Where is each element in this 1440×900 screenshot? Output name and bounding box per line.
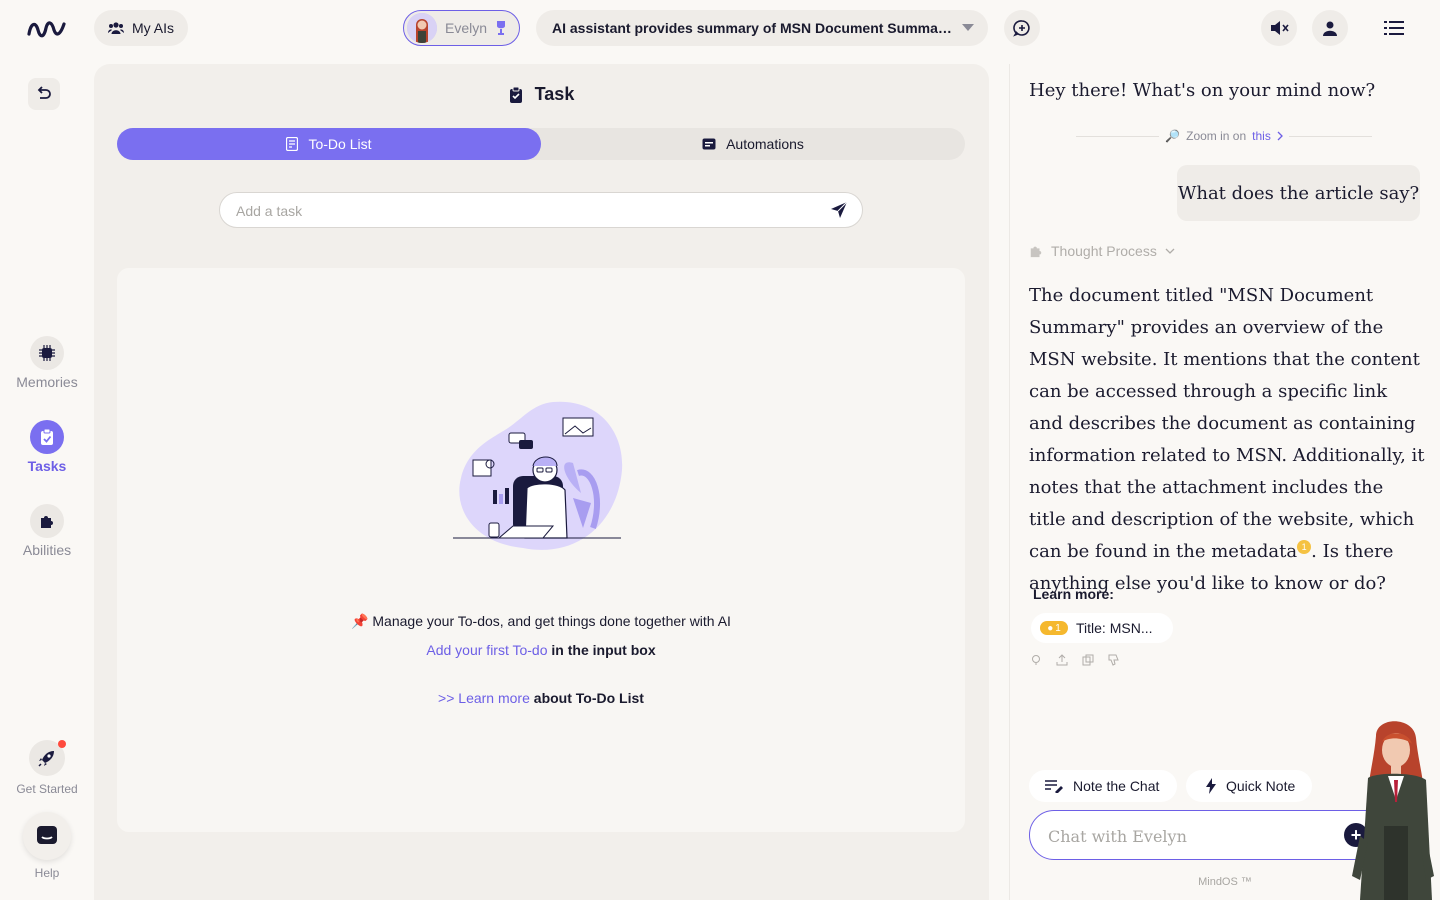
assistant-greeting: Hey there! What's on your mind now? <box>1029 80 1376 101</box>
empty-state-hint: Add your first To-do in the input box <box>426 642 656 658</box>
add-task-input[interactable] <box>236 201 796 221</box>
agent-selector[interactable]: Evelyn <box>403 10 520 46</box>
chat-support-icon <box>37 826 57 844</box>
thought-process-toggle[interactable]: Thought Process <box>1029 243 1175 259</box>
message-actions <box>1030 654 1120 666</box>
lightning-icon <box>1206 778 1216 794</box>
back-button[interactable] <box>28 78 60 110</box>
learn-more-link[interactable]: >> Learn more <box>438 690 530 706</box>
sidebar-item-label: Tasks <box>27 458 67 474</box>
puzzle-icon <box>1030 246 1042 258</box>
sidebar-item-memories[interactable]: Memories <box>0 336 94 390</box>
add-task-field <box>219 192 863 228</box>
profile-button[interactable] <box>1312 10 1348 46</box>
todo-empty-state: 📌 Manage your To-dos, and get things don… <box>117 268 965 832</box>
chat-panel: Hey there! What's on your mind now? 🔎 Zo… <box>1010 56 1440 900</box>
help-label: Help <box>34 866 60 880</box>
people-icon <box>108 22 124 34</box>
copy-icon[interactable] <box>1082 654 1094 666</box>
task-panel: Task To-Do List Automations Add a task 📌… <box>94 64 989 900</box>
comment-icon: ● <box>1047 622 1054 634</box>
source-count-badge: ● 1 <box>1040 621 1068 635</box>
citation-badge[interactable]: 1 <box>1297 540 1312 554</box>
sidebar-item-label: Memories <box>16 374 78 390</box>
send-icon[interactable] <box>830 201 848 219</box>
quick-note-button[interactable]: Quick Note <box>1186 770 1312 802</box>
zoom-in-divider: 🔎 Zoom in on this <box>1076 128 1373 144</box>
empty-state-illustration <box>453 401 623 550</box>
automation-icon <box>702 138 716 150</box>
undo-icon <box>37 86 51 99</box>
checklist-icon <box>286 137 299 151</box>
tab-automations[interactable]: Automations <box>541 128 965 160</box>
chip-icon <box>39 345 55 361</box>
page-title: Task <box>94 84 989 105</box>
chat-input[interactable] <box>1048 825 1338 847</box>
get-started-button[interactable]: Get Started <box>0 740 94 796</box>
agent-name: Evelyn <box>445 20 488 36</box>
puzzle-icon <box>41 516 53 528</box>
sidebar-item-abilities[interactable]: Abilities <box>0 504 94 558</box>
rocket-icon <box>38 751 54 767</box>
assistant-answer: The document titled "MSN Document Summar… <box>1029 285 1425 594</box>
sidebar-item-tasks[interactable]: Tasks <box>0 420 94 474</box>
add-first-todo-link[interactable]: Add your first To-do <box>426 642 547 658</box>
my-ais-button[interactable]: My AIs <box>94 10 188 46</box>
menu-button[interactable] <box>1384 20 1404 41</box>
chevron-down-icon <box>1165 248 1175 254</box>
get-started-label: Get Started <box>16 782 78 796</box>
source-chip[interactable]: ● 1 Title: MSN... <box>1031 613 1173 643</box>
tab-todo-list[interactable]: To-Do List <box>117 128 541 160</box>
thumbs-down-icon[interactable] <box>1108 654 1120 666</box>
chevron-right-icon <box>1277 131 1283 141</box>
new-chat-button[interactable] <box>1004 10 1040 46</box>
source-title: Title: MSN... <box>1076 620 1153 636</box>
conversation-selector[interactable]: AI assistant provides summary of MSN Doc… <box>536 10 988 46</box>
clipboard-icon <box>509 86 522 103</box>
agent-avatar-figure[interactable] <box>1346 716 1440 900</box>
left-sidebar: Memories Tasks Abilities Get Started Hel… <box>0 56 94 900</box>
list-menu-icon <box>1384 21 1404 35</box>
note-edit-icon <box>1045 780 1063 793</box>
magnifier-icon: 🔎 <box>1165 129 1181 143</box>
agent-avatar <box>407 13 437 43</box>
pin-icon: 📌 <box>351 613 369 629</box>
lightbulb-icon[interactable] <box>1030 654 1042 666</box>
my-ais-label: My AIs <box>132 20 175 36</box>
note-the-chat-button[interactable]: Note the Chat <box>1029 770 1177 802</box>
trophy-icon <box>497 21 506 35</box>
zoom-this-link[interactable]: this <box>1252 129 1271 143</box>
mute-button[interactable] <box>1261 10 1297 46</box>
user-message: What does the article say? <box>1177 165 1420 221</box>
sidebar-item-label: Abilities <box>22 542 72 558</box>
top-bar: My AIs Evelyn AI assistant provides summ… <box>0 0 1440 56</box>
task-tabs: To-Do List Automations <box>117 128 965 160</box>
learn-more-heading: Learn more: <box>1033 586 1114 602</box>
conversation-title: AI assistant provides summary of MSN Doc… <box>552 20 952 36</box>
user-icon <box>1323 21 1337 36</box>
speaker-mute-icon <box>1271 21 1289 35</box>
clipboard-icon <box>41 428 53 445</box>
learn-more-line: >> Learn more about To-Do List <box>438 690 644 706</box>
mindos-logo[interactable] <box>26 16 68 40</box>
help-button[interactable]: Help <box>0 812 94 880</box>
notification-dot <box>58 740 66 748</box>
chevron-down-icon <box>962 24 974 31</box>
empty-state-title: 📌 Manage your To-dos, and get things don… <box>351 613 731 629</box>
chat-plus-icon <box>1013 20 1030 37</box>
share-icon[interactable] <box>1056 654 1068 666</box>
